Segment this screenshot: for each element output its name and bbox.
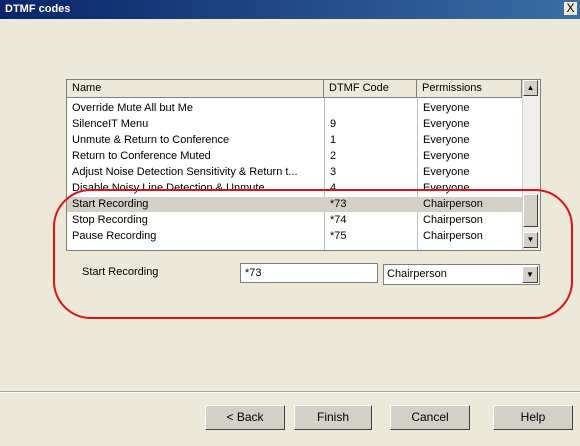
scroll-up-button[interactable]: ▲ — [523, 80, 538, 96]
row-code: 9 — [330, 118, 337, 130]
table-row[interactable]: Override Mute All but Me Everyone — [67, 101, 522, 116]
table-row[interactable]: SilenceIT Menu 9 Everyone — [67, 117, 522, 132]
title-bar: DTMF codes X — [0, 0, 580, 19]
close-icon[interactable]: X — [564, 2, 577, 15]
divider — [0, 392, 580, 393]
table-row[interactable]: Adjust Noise Detection Sensitivity & Ret… — [67, 165, 522, 180]
row-code: 3 — [330, 166, 337, 178]
window-title: DTMF codes — [5, 3, 71, 15]
row-code: 1 — [330, 134, 337, 146]
row-name: Return to Conference Muted — [72, 150, 211, 162]
finish-button[interactable]: Finish — [294, 405, 372, 430]
table-row[interactable]: Unmute & Return to Conference 1 Everyone — [67, 133, 522, 148]
column-header-permissions[interactable]: Permissions — [417, 80, 522, 98]
column-header-name[interactable]: Name — [67, 80, 324, 98]
cancel-button[interactable]: Cancel — [390, 405, 470, 430]
highlight-oval — [53, 189, 573, 319]
row-code: 2 — [330, 150, 337, 162]
row-permission: Everyone — [423, 166, 470, 178]
row-permission: Everyone — [423, 118, 470, 130]
row-permission: Everyone — [423, 134, 470, 146]
row-name: SilenceIT Menu — [72, 118, 149, 130]
row-permission: Everyone — [423, 150, 470, 162]
back-button[interactable]: < Back — [205, 405, 285, 430]
row-name: Unmute & Return to Conference — [72, 134, 230, 146]
table-row[interactable]: Return to Conference Muted 2 Everyone — [67, 149, 522, 164]
row-permission: Everyone — [423, 102, 470, 114]
row-name: Adjust Noise Detection Sensitivity & Ret… — [72, 166, 298, 178]
column-header-dtmf-code[interactable]: DTMF Code — [324, 80, 417, 98]
row-name: Override Mute All but Me — [72, 102, 194, 114]
help-button[interactable]: Help — [493, 405, 573, 430]
